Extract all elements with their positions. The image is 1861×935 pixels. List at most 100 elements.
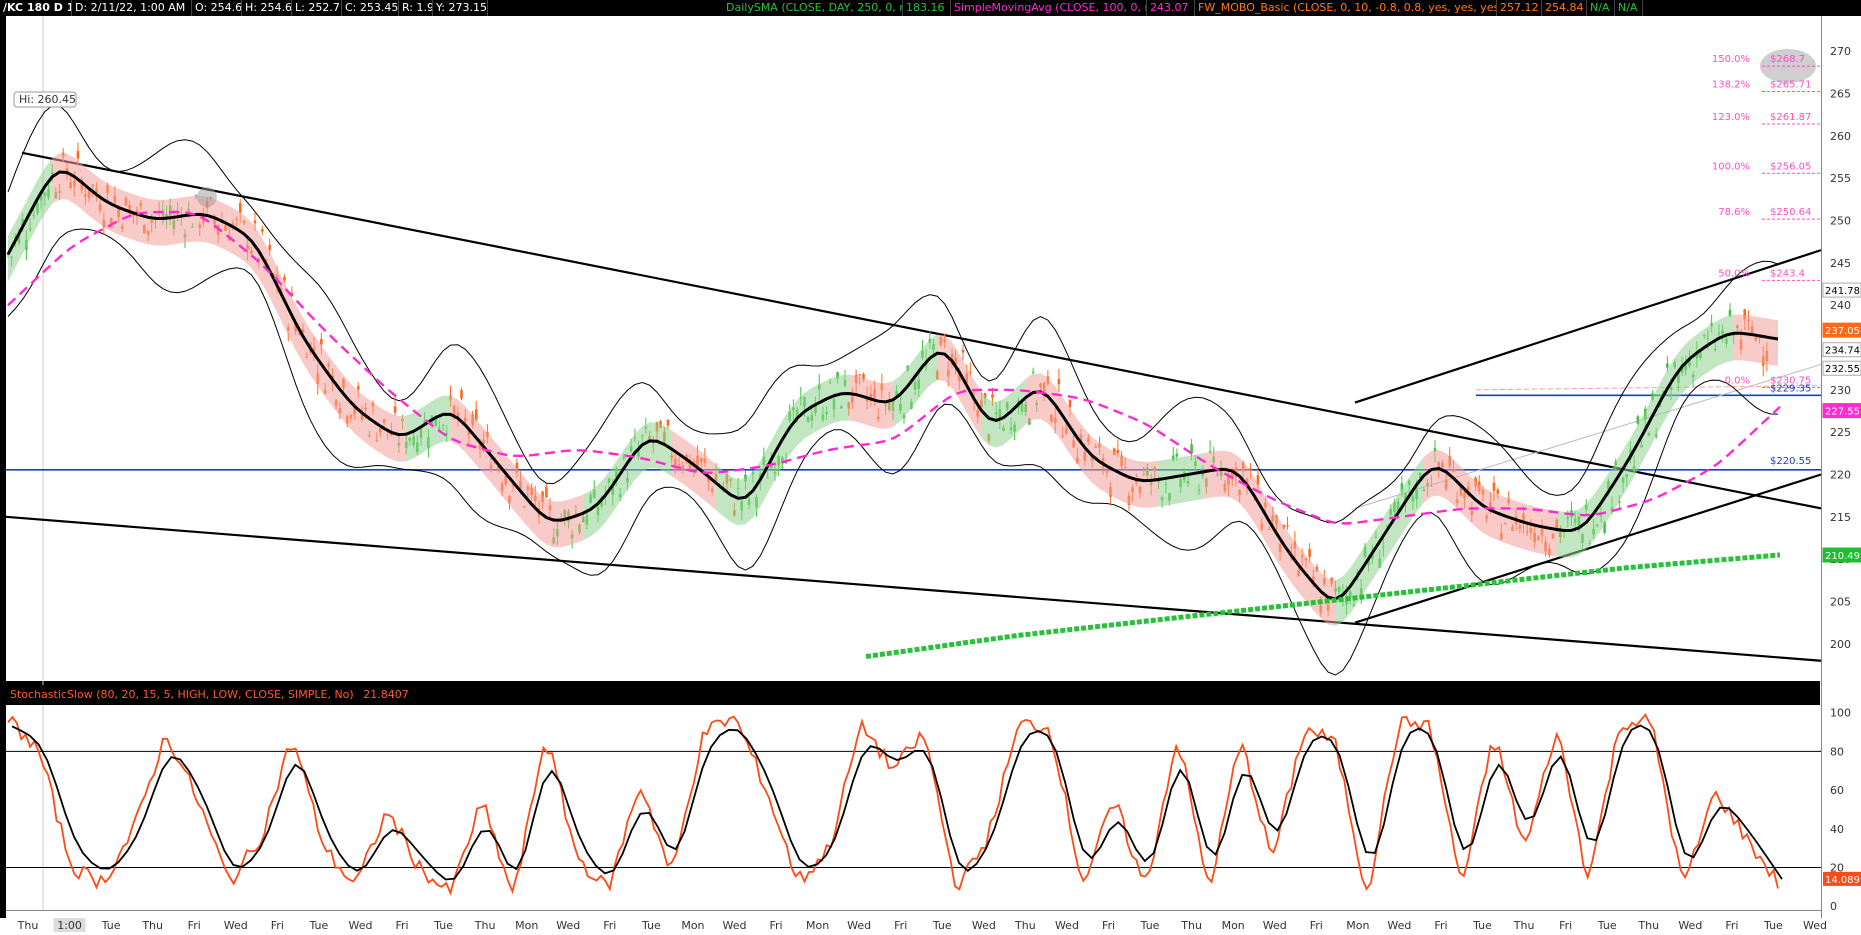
candle-body xyxy=(1175,453,1179,457)
time-tick-label: Wed xyxy=(1263,919,1287,932)
stoch-tick-label: 40 xyxy=(1830,823,1844,836)
stoch-tick-label: 0 xyxy=(1830,900,1837,913)
stochastic-panel[interactable] xyxy=(6,713,1821,896)
price-tick-label: 265 xyxy=(1830,88,1851,101)
bullish-band xyxy=(8,158,53,282)
bearish-band xyxy=(937,334,982,438)
price-badge-text: 234.74 xyxy=(1825,346,1860,357)
time-tick-label: Wed xyxy=(348,919,372,932)
candle-body xyxy=(1728,309,1732,317)
time-tick-label: Fri xyxy=(894,919,907,932)
price-tick-label: 250 xyxy=(1830,215,1851,228)
candle-body xyxy=(1068,399,1072,408)
time-tick-label: Thu xyxy=(141,919,163,932)
time-tick-label: Thu xyxy=(1513,919,1535,932)
candle-body xyxy=(545,487,548,498)
hi-label-text: Hi: 260.45 xyxy=(19,93,76,106)
time-axis-border xyxy=(6,910,1821,911)
candle-body xyxy=(1249,468,1252,471)
time-tick-label: Wed xyxy=(1055,919,1079,932)
candle-body xyxy=(1308,549,1311,558)
time-tick-label: Fri xyxy=(395,919,408,932)
time-tick-label: Tue xyxy=(1140,919,1160,932)
time-tick-label: Tue xyxy=(641,919,661,932)
stoch-tick-label: 60 xyxy=(1830,784,1844,797)
candle-body xyxy=(961,349,965,353)
chart-canvas[interactable]: 2702652602552502452402352302252202152102… xyxy=(0,0,1861,935)
candle-body xyxy=(460,390,463,399)
fib-percent: 78.6% xyxy=(1718,207,1750,218)
stochastic-label[interactable]: StochasticSlow (80, 20, 15, 5, HIGH, LOW… xyxy=(10,688,354,701)
bullish-band xyxy=(1158,453,1203,507)
marker-circle xyxy=(197,187,217,207)
fib-price: $256.05 xyxy=(1770,161,1811,172)
price-tick-label: 225 xyxy=(1830,426,1851,439)
time-tick-label: Fri xyxy=(603,919,616,932)
fib-price: $268.7 xyxy=(1770,54,1805,65)
time-tick-label: Wed xyxy=(1803,919,1827,932)
stochastic-header[interactable]: StochasticSlow (80, 20, 15, 5, HIGH, LOW… xyxy=(6,685,1820,705)
stoch-d-line xyxy=(11,724,1783,881)
price-badge-text: 237.05 xyxy=(1825,326,1860,337)
candle-body xyxy=(1492,482,1496,491)
stochastic-value: 21.8407 xyxy=(363,688,409,701)
fib-percent: 0.0% xyxy=(1725,375,1750,386)
price-tick-label: 255 xyxy=(1830,172,1851,185)
price-panel[interactable] xyxy=(5,104,1822,676)
stoch-tick-label: 80 xyxy=(1830,745,1844,758)
price-axis-border xyxy=(1821,16,1822,918)
time-tick-label: Wed xyxy=(847,919,871,932)
candle-body xyxy=(283,276,286,281)
candle-body xyxy=(76,150,80,159)
hline-label: $220.55 xyxy=(1770,456,1811,467)
price-tick-label: 245 xyxy=(1830,257,1851,270)
time-tick-label: Tue xyxy=(1597,919,1617,932)
price-badge-text: 210.49 xyxy=(1825,551,1860,562)
time-tick-label: Tue xyxy=(932,919,952,932)
price-tick-label: 240 xyxy=(1830,299,1851,312)
time-tick-label: 1:00 xyxy=(57,919,82,932)
price-tick-label: 205 xyxy=(1830,596,1851,609)
time-tick-label: Wed xyxy=(224,919,248,932)
bullish-band xyxy=(760,392,805,507)
price-tick-label: 230 xyxy=(1830,384,1851,397)
candle-body xyxy=(356,386,360,390)
candle-body xyxy=(261,229,264,232)
time-tick-label: Thu xyxy=(1180,919,1202,932)
time-tick-label: Wed xyxy=(1678,919,1702,932)
candle-body xyxy=(393,406,397,413)
bearish-band xyxy=(1070,408,1115,498)
candle-body xyxy=(1286,525,1289,527)
time-tick-label: Thu xyxy=(1014,919,1036,932)
price-badge-text: 227.55 xyxy=(1825,407,1860,418)
time-tick-label: Mon xyxy=(1222,919,1245,932)
candle-body xyxy=(858,374,862,376)
stoch-k-line xyxy=(7,713,1779,896)
fib-price: $250.64 xyxy=(1770,207,1811,218)
candle-body xyxy=(1031,371,1035,373)
fib-price: $261.87 xyxy=(1770,112,1811,123)
fib-percent: 123.0% xyxy=(1712,112,1750,123)
price-tick-label: 200 xyxy=(1830,638,1851,651)
candle-body xyxy=(194,194,198,196)
price-tick-label: 215 xyxy=(1830,511,1851,524)
time-tick-label: Fri xyxy=(188,919,201,932)
time-tick-label: Wed xyxy=(722,919,746,932)
candle-body xyxy=(253,220,257,224)
fib-percent: 138.2% xyxy=(1712,79,1750,90)
candle-body xyxy=(320,339,323,345)
time-tick-label: Fri xyxy=(271,919,284,932)
time-tick-label: Wed xyxy=(556,919,580,932)
price-tick-label: 220 xyxy=(1830,469,1851,482)
bearish-band xyxy=(140,196,185,246)
candle-body xyxy=(666,419,670,426)
stoch-badge-text: 14.089 xyxy=(1825,875,1860,886)
price-badge-text: 241.78 xyxy=(1825,286,1860,297)
time-tick-label: Fri xyxy=(1559,919,1572,932)
candle-body xyxy=(1496,489,1500,494)
time-tick-label: Fri xyxy=(1725,919,1738,932)
time-tick-label: Mon xyxy=(806,919,829,932)
time-tick-label: Mon xyxy=(1346,919,1369,932)
hi-label-box: Hi: 260.45 xyxy=(13,91,77,108)
time-tick-label: Thu xyxy=(17,919,39,932)
